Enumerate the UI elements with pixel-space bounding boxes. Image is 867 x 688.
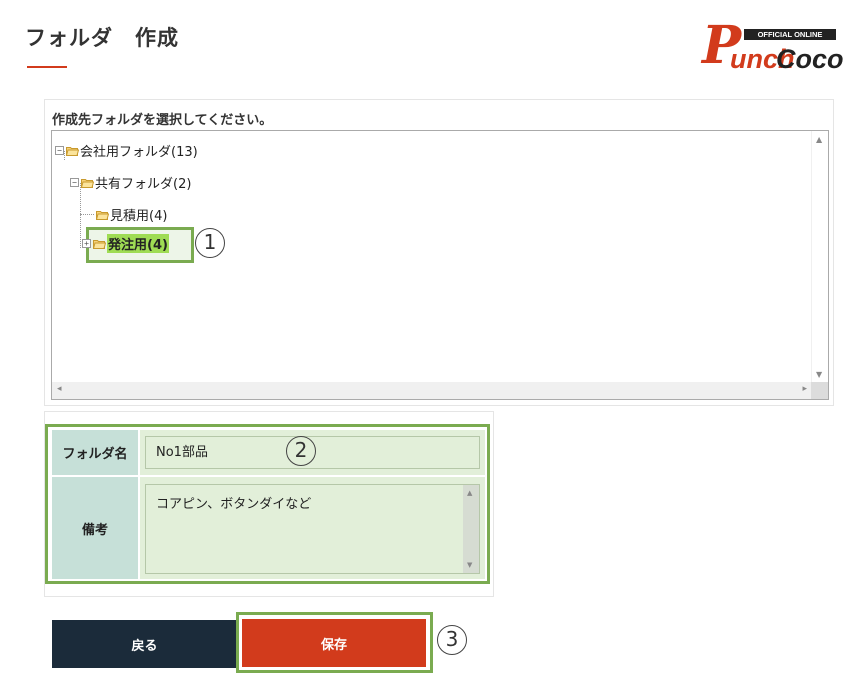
page-title: フォルダ 作成 <box>25 26 179 50</box>
tree-horizontal-scrollbar[interactable]: ◂ ▸ <box>52 382 812 399</box>
folder-open-icon <box>81 178 94 188</box>
logo-tagline: OFFICIAL ONLINE STORE <box>744 29 836 50</box>
save-highlight-frame <box>236 612 433 673</box>
tree-connector <box>80 214 94 215</box>
folder-open-icon <box>93 239 106 249</box>
scroll-right-arrow-icon[interactable]: ▸ <box>802 384 807 394</box>
form-highlight-frame <box>45 424 490 584</box>
tree-node-company[interactable]: − 会社用フォルダ(13) <box>55 141 198 160</box>
folder-open-icon <box>96 210 109 220</box>
scroll-down-arrow-icon[interactable]: ▼ <box>816 370 822 379</box>
tree-node-label: 会社用フォルダ(13) <box>80 145 198 160</box>
tree-node-label: 発注用(4) <box>107 234 169 253</box>
scroll-left-arrow-icon[interactable]: ◂ <box>57 384 62 394</box>
callout-marker-3: 3 <box>437 625 467 655</box>
scroll-up-arrow-icon[interactable]: ▲ <box>816 135 822 144</box>
tree-node-order[interactable]: + 発注用(4) <box>82 234 169 253</box>
punchcoco-logo[interactable]: P OFFICIAL ONLINE STORE unch Coco <box>700 18 844 78</box>
folder-tree[interactable]: − 会社用フォルダ(13) − 共有フォルダ(2) 見積用(4) ▲ ▼ ◂ ▸ <box>51 130 829 400</box>
tree-node-quote[interactable]: 見積用(4) <box>96 205 167 224</box>
callout-marker-1: 1 <box>195 228 225 258</box>
tree-connector <box>80 183 81 248</box>
tree-instruction-label: 作成先フォルダを選択してください。 <box>52 113 273 128</box>
expand-icon[interactable]: + <box>82 239 91 248</box>
back-button[interactable]: 戻る <box>52 620 237 668</box>
collapse-icon[interactable]: − <box>70 178 79 187</box>
logo-word-coco: Coco <box>776 44 844 74</box>
callout-marker-2: 2 <box>286 436 316 466</box>
tree-node-label: 見積用(4) <box>110 209 168 224</box>
collapse-icon[interactable]: − <box>55 146 64 155</box>
tree-vertical-scrollbar[interactable]: ▲ ▼ <box>811 131 828 383</box>
title-underline <box>27 66 67 68</box>
tree-node-label: 共有フォルダ(2) <box>95 177 192 192</box>
scroll-corner <box>811 382 828 399</box>
tree-node-shared[interactable]: − 共有フォルダ(2) <box>70 173 191 192</box>
folder-open-icon <box>66 146 79 156</box>
